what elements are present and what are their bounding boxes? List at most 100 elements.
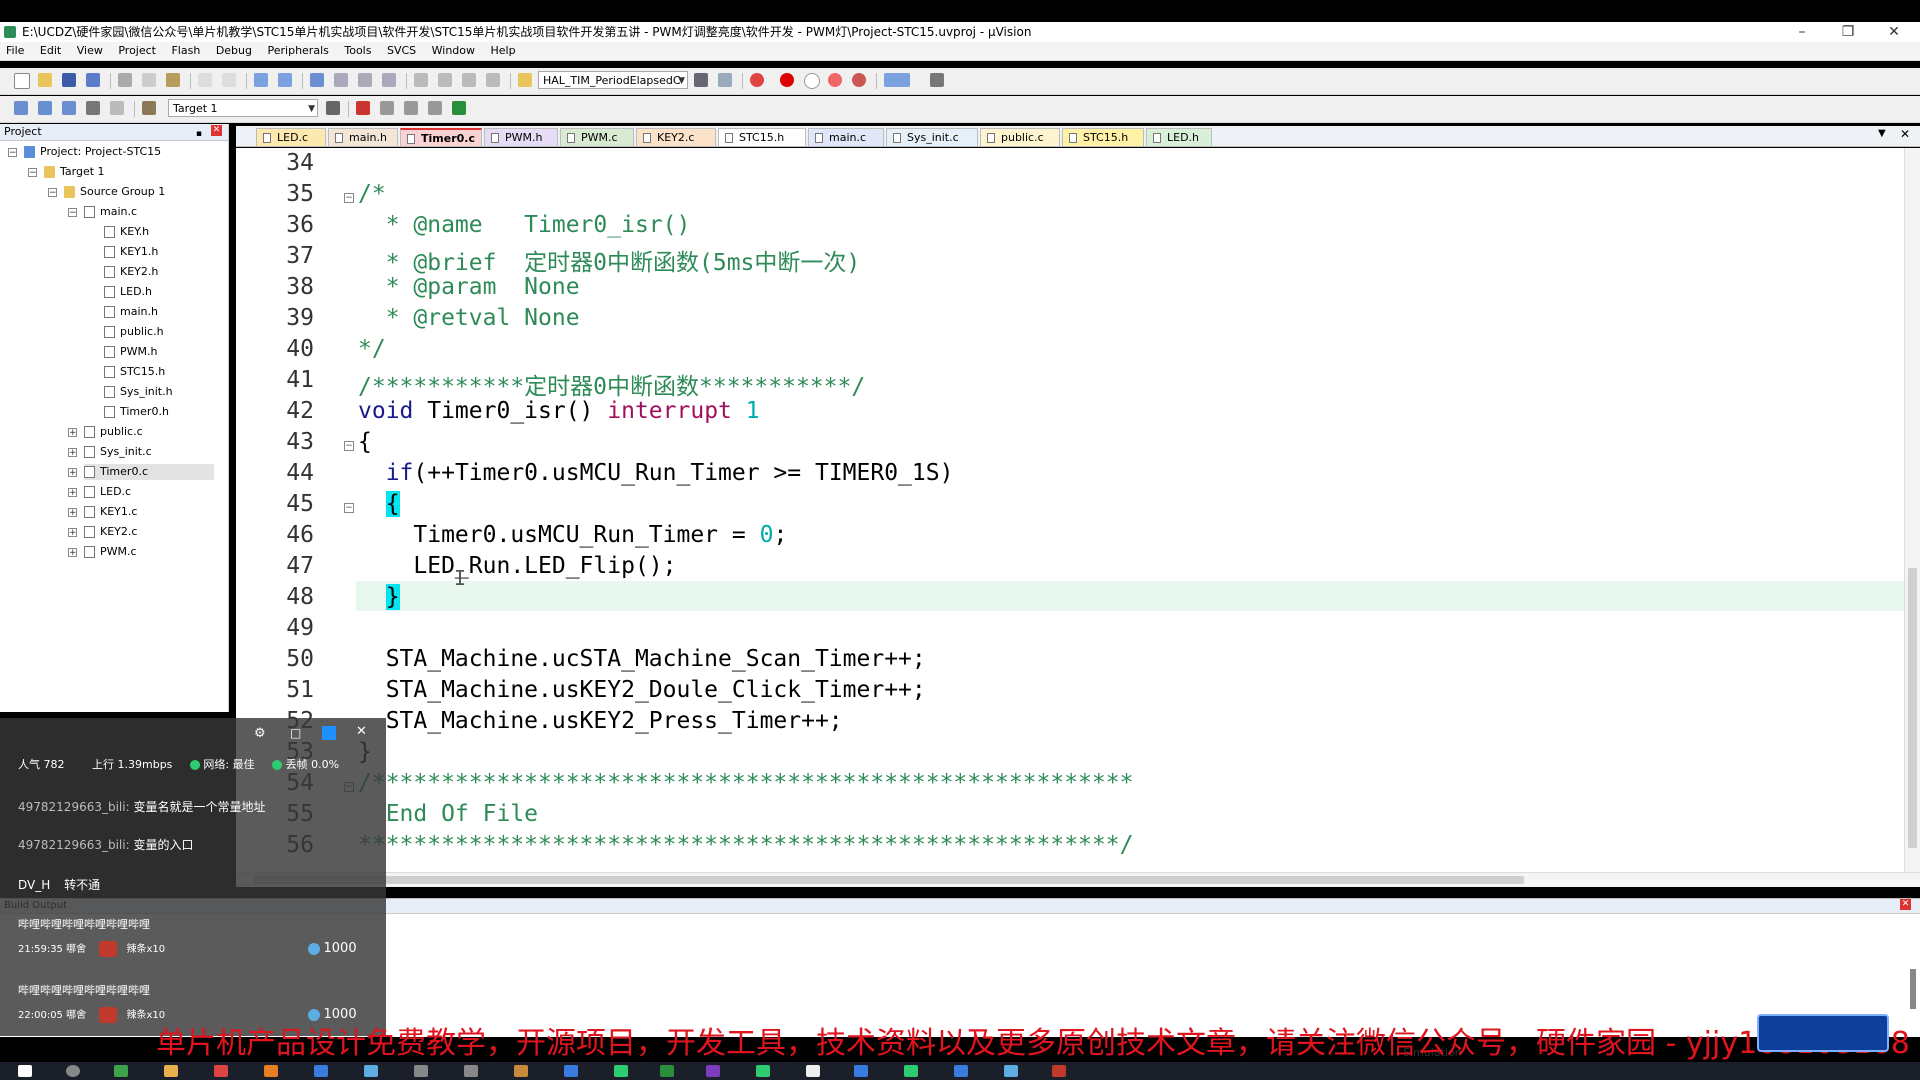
tree-item[interactable]: LED.h [104, 284, 152, 300]
tree-item[interactable]: Sys_init.h [104, 384, 173, 400]
taskbar-app-icon[interactable] [904, 1065, 918, 1077]
tab-list-chevron-icon[interactable]: ▼ [1878, 128, 1886, 139]
tab-public-c[interactable]: public.c [980, 128, 1060, 146]
tree-item[interactable]: main.c [84, 204, 137, 220]
window-layout-icon[interactable] [884, 73, 910, 87]
batch-build-icon[interactable] [86, 101, 100, 115]
taskbar-app-icon[interactable] [264, 1065, 278, 1077]
rebuild-icon[interactable] [62, 101, 76, 115]
editor-horizontal-scrollbar[interactable] [236, 872, 1920, 887]
close-icon[interactable]: ✕ [1874, 22, 1914, 42]
taskbar-app-icon[interactable] [414, 1065, 428, 1077]
tree-item[interactable]: PWM.c [84, 544, 137, 560]
tree-toggle-icon[interactable]: − [48, 188, 57, 198]
vertical-scroll-thumb[interactable] [1908, 568, 1917, 848]
save-icon[interactable] [62, 73, 76, 87]
tree-item[interactable]: Sys_init.c [84, 444, 152, 460]
redo-icon[interactable] [222, 73, 236, 87]
indent-icon[interactable] [414, 73, 428, 87]
pin-icon[interactable]: ▪ [196, 126, 202, 142]
menu-peripherals[interactable]: Peripherals [262, 42, 335, 60]
lock-icon[interactable]: □ [290, 726, 301, 740]
configure-icon[interactable] [930, 73, 944, 87]
new-file-icon[interactable] [14, 73, 30, 89]
tree-item[interactable]: Timer0.c [84, 464, 214, 480]
manage-project-items-icon[interactable] [356, 101, 370, 115]
taskbar-app-icon[interactable] [854, 1065, 868, 1077]
tree-item[interactable]: KEY.h [104, 224, 149, 240]
target-options-icon[interactable] [326, 101, 340, 115]
taskbar-app-icon[interactable] [614, 1065, 628, 1077]
tab-led-c[interactable]: LED.c [256, 128, 326, 146]
tree-item[interactable]: PWM.h [104, 344, 157, 360]
tab-stc15-h[interactable]: STC15.h [1062, 128, 1144, 146]
bookmark-icon[interactable] [310, 73, 324, 87]
menu-window[interactable]: Window [426, 42, 481, 60]
search-icon[interactable] [66, 1065, 80, 1077]
tree-item[interactable]: Source Group 1 [64, 184, 165, 200]
undo-icon[interactable] [198, 73, 212, 87]
tree-toggle-icon[interactable]: + [68, 428, 77, 438]
tab-pwm-c[interactable]: PWM.c [560, 128, 634, 146]
build-icon[interactable] [38, 101, 52, 115]
menu-edit[interactable]: Edit [34, 42, 67, 60]
settings-gear-icon[interactable]: ⚙ [254, 726, 266, 741]
tree-toggle-icon[interactable]: + [68, 548, 77, 558]
tab-main-h[interactable]: main.h [328, 128, 398, 146]
tree-toggle-icon[interactable]: + [68, 528, 77, 538]
tree-item[interactable]: KEY2.c [84, 524, 137, 540]
output-scroll-thumb[interactable] [1910, 969, 1916, 1009]
find-in-files-icon[interactable] [518, 73, 532, 87]
menu-help[interactable]: Help [485, 42, 522, 60]
code-editor[interactable]: 34 35−/* 36 * @name Timer0_isr() 37 * @brie… [236, 148, 1904, 872]
tree-toggle-icon[interactable]: + [68, 448, 77, 458]
tree-toggle-icon[interactable]: − [8, 148, 17, 158]
tree-item[interactable]: KEY2.h [104, 264, 158, 280]
tree-item[interactable]: Timer0.h [104, 404, 169, 420]
taskbar-app-icon[interactable] [806, 1065, 820, 1077]
select-packs-icon[interactable] [380, 101, 394, 115]
tree-item[interactable]: Project: Project-STC15 [24, 144, 161, 160]
taskbar-app-icon[interactable] [514, 1065, 528, 1077]
stop-build-icon[interactable] [110, 101, 124, 115]
kill-all-breakpoints-icon[interactable] [852, 73, 866, 87]
taskbar-app-icon[interactable] [364, 1065, 378, 1077]
nav-forward-icon[interactable] [278, 73, 292, 87]
comment-icon[interactable] [462, 73, 476, 87]
taskbar-app-icon[interactable] [1052, 1065, 1066, 1077]
breakpoint-icon[interactable] [780, 73, 794, 87]
fold-toggle-icon[interactable]: − [344, 503, 354, 513]
taskbar-app-icon[interactable] [464, 1065, 478, 1077]
disable-breakpoint-icon[interactable] [804, 73, 820, 89]
minimize-icon[interactable]: – [1782, 22, 1822, 42]
tab-stc15-h[interactable]: STC15.h [718, 128, 806, 146]
save-all-icon[interactable] [86, 73, 100, 87]
close-output-icon[interactable]: ✕ [1900, 899, 1911, 910]
function-combo[interactable]: HAL_TIM_PeriodElapsedC ▼ [538, 71, 688, 89]
cut-icon[interactable] [118, 73, 132, 87]
start-icon[interactable] [18, 1065, 32, 1077]
close-panel-icon[interactable]: ✕ [211, 125, 222, 136]
menu-tools[interactable]: Tools [338, 42, 377, 60]
tab-key2-c[interactable]: KEY2.c [636, 128, 716, 146]
horizontal-scroll-thumb[interactable] [254, 876, 1524, 884]
copy-icon[interactable] [142, 73, 156, 87]
tree-toggle-icon[interactable]: + [68, 488, 77, 498]
disable-all-breakpoints-icon[interactable] [828, 73, 842, 87]
prev-bookmark-icon[interactable] [334, 73, 348, 87]
software-components-icon[interactable] [452, 101, 466, 115]
taskbar-app-icon[interactable] [706, 1065, 720, 1077]
tree-item[interactable]: STC15.h [104, 364, 165, 380]
menu-debug[interactable]: Debug [210, 42, 258, 60]
tree-item[interactable]: KEY1.h [104, 244, 158, 260]
open-file-icon[interactable] [38, 73, 52, 87]
tab-timer0-c[interactable]: Timer0.c [400, 128, 482, 146]
nav-back-icon[interactable] [254, 73, 268, 87]
tab-pwm-h[interactable]: PWM.h [484, 128, 558, 146]
menu-flash[interactable]: Flash [165, 42, 206, 60]
taskbar-app-icon[interactable] [114, 1065, 128, 1077]
tree-toggle-icon[interactable]: + [68, 508, 77, 518]
close-tab-icon[interactable]: ✕ [1900, 127, 1910, 141]
tab-sys-init-c[interactable]: Sys_init.c [886, 128, 978, 146]
find-icon[interactable] [694, 73, 708, 87]
